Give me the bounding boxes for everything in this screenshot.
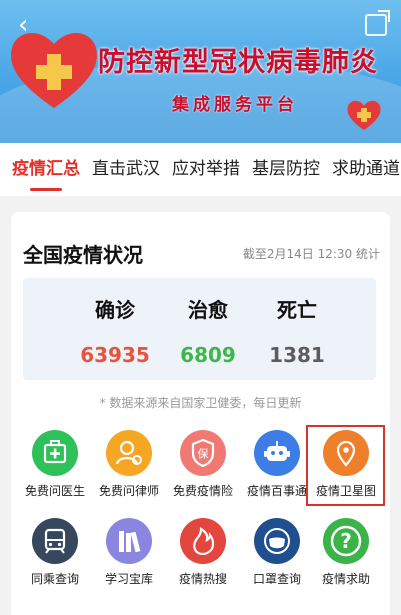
flame-icon — [180, 518, 226, 564]
service-label: 学习宝库 — [104, 572, 153, 586]
service-same-trip[interactable]: 同乘查询 — [17, 518, 93, 587]
train-icon — [32, 518, 78, 564]
tab-grassroots[interactable]: 基层防控 — [252, 143, 320, 196]
stat-value: 6809 — [180, 343, 236, 367]
stat-label: 治愈 — [188, 298, 228, 322]
mask-icon — [254, 518, 300, 564]
service-free-doctor[interactable]: 免费问医生 — [17, 430, 93, 499]
medical-kit-icon — [32, 430, 78, 476]
service-study-library[interactable]: 学习宝库 — [91, 518, 167, 587]
robot-icon — [254, 430, 300, 476]
service-label: 疫情百事通 — [246, 484, 307, 498]
stat-label: 死亡 — [277, 298, 317, 322]
service-help-request[interactable]: ? 疫情求助 — [308, 518, 384, 587]
service-label: 疫情热搜 — [178, 572, 227, 586]
service-free-lawyer[interactable]: 免费问律师 — [91, 430, 167, 499]
service-label: 口罩查询 — [252, 572, 301, 586]
category-tabs: 疫情汇总 直击武汉 应对举措 基层防控 求助通道 — [0, 143, 401, 196]
banner-subtitle: 集成服务平台 — [172, 95, 298, 115]
update-time: 截至2月14日 12:30 统计 — [242, 247, 380, 261]
stat-recovered: 治愈 6809 — [163, 278, 253, 367]
banner-title: 防控新型冠状病毒肺炎 — [98, 47, 378, 78]
small-heart-icon — [347, 100, 381, 130]
books-icon — [106, 518, 152, 564]
tab-measures[interactable]: 应对举措 — [172, 143, 240, 196]
tab-help-channel[interactable]: 求助通道 — [332, 143, 400, 196]
tab-epidemic-summary[interactable]: 疫情汇总 — [12, 143, 80, 196]
epidemic-summary-card: 全国疫情状况 截至2月14日 12:30 统计 确诊 63935 治愈 6809… — [11, 212, 390, 615]
summary-title: 全国疫情状况 — [23, 243, 143, 267]
highlight-box — [306, 425, 385, 506]
svg-text:?: ? — [340, 529, 352, 553]
tab-wuhan[interactable]: 直击武汉 — [92, 143, 160, 196]
stat-label: 确诊 — [95, 298, 135, 322]
stat-value: 1381 — [269, 343, 325, 367]
share-icon[interactable] — [365, 10, 390, 36]
service-label: 同乘查询 — [30, 572, 79, 586]
service-mask-query[interactable]: 口罩查询 — [239, 518, 315, 587]
help-icon: ? — [323, 518, 369, 564]
service-label: 疫情求助 — [321, 572, 370, 586]
stat-deaths: 死亡 1381 — [252, 278, 342, 367]
service-label: 免费问律师 — [98, 484, 159, 498]
stat-confirmed: 确诊 63935 — [70, 278, 160, 367]
service-epidemic-faq[interactable]: 疫情百事通 — [239, 430, 315, 499]
lawyer-icon — [106, 430, 152, 476]
insurance-shield-icon: 保 — [180, 430, 226, 476]
svg-text:保: 保 — [198, 447, 209, 461]
service-label: 免费问医生 — [24, 484, 85, 498]
service-hot-search[interactable]: 疫情热搜 — [165, 518, 241, 587]
service-free-insurance[interactable]: 保 免费疫情险 — [165, 430, 241, 499]
header-banner: ‹ 防控新型冠状病毒肺炎 集成服务平台 — [0, 0, 401, 143]
service-label: 免费疫情险 — [172, 484, 233, 498]
data-source-note: * 数据来源来自国家卫健委，每日更新 — [99, 396, 302, 410]
heart-cross-icon — [11, 32, 97, 108]
stats-panel: 确诊 63935 治愈 6809 死亡 1381 — [23, 278, 376, 380]
stat-value: 63935 — [80, 343, 150, 367]
